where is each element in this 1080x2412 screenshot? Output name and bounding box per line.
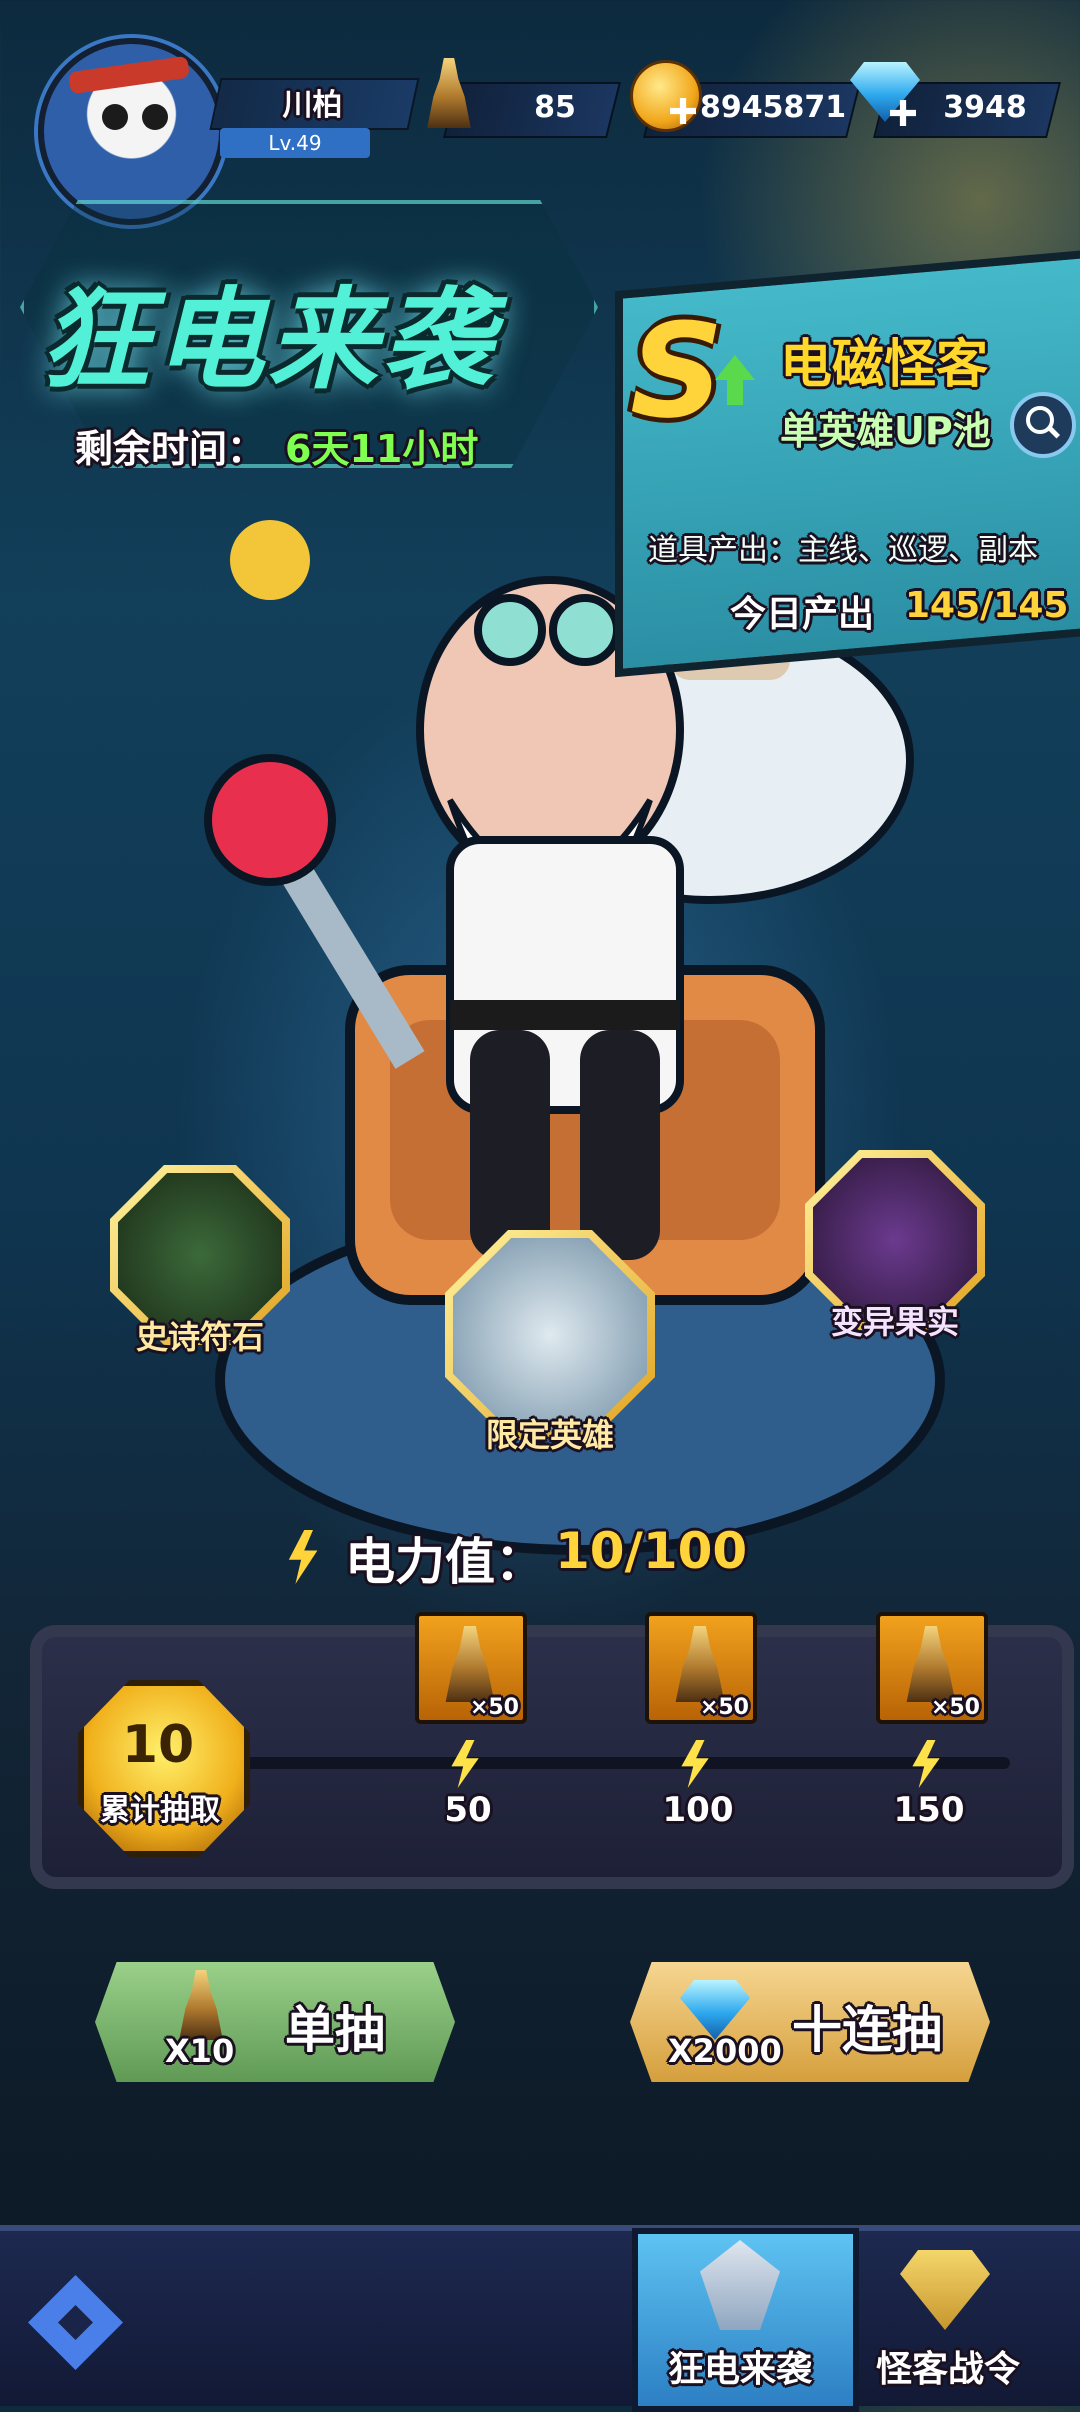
reward-mutant-fruit-label: 变异果实 — [830, 1303, 959, 1341]
avatar-eye-icon — [142, 104, 168, 130]
single-draw-button[interactable] — [95, 1962, 455, 2082]
tower-resource-count: 85 — [534, 90, 576, 125]
pool-type: 单英雄UP池 — [780, 409, 991, 453]
reward-limited-hero-frame[interactable] — [445, 1230, 655, 1440]
cumulative-count-label: 累计抽取 — [100, 1793, 220, 1828]
milestone-threshold: 50 — [444, 1790, 492, 1830]
items-output-sources: 道具产出：主线、巡逻、副本 — [648, 533, 1038, 568]
tab-battle-pass[interactable]: 怪客战令 — [828, 2340, 1068, 2392]
ten-draw-cost: X2000 — [668, 2032, 782, 2070]
player-level-badge: Lv.49 — [220, 128, 370, 158]
tower-token-icon — [445, 1626, 495, 1702]
diamond-amount: 3948 — [943, 90, 1027, 125]
today-output-value: 145/145 — [905, 585, 1069, 626]
milestone-qty: ×50 — [469, 1695, 519, 1720]
today-output-label: 今日产出 — [730, 594, 875, 635]
avatar-eye-icon — [102, 104, 128, 130]
milestone-qty: ×50 — [930, 1695, 980, 1720]
reward-epic-rune-label: 史诗符石 — [135, 1318, 264, 1356]
milestone-threshold: 150 — [893, 1790, 965, 1830]
pool-hero-name: 电磁怪客 — [780, 335, 989, 395]
single-draw-label: 单抽 — [285, 2001, 385, 2059]
headband-icon — [68, 55, 190, 95]
gold-coin-icon[interactable] — [630, 60, 702, 132]
power-value: 10/100 — [555, 1522, 748, 1580]
tower-token-icon — [906, 1626, 956, 1702]
cumulative-count-value: 10 — [121, 1715, 195, 1775]
tab-event-label: 狂电来袭 — [667, 2349, 812, 2390]
rank-badge: S — [630, 295, 724, 447]
milestone-qty: ×50 — [699, 1695, 749, 1720]
milestone-reward-3[interactable]: ×50 — [876, 1612, 988, 1724]
remaining-time-value: 6天11小时 — [285, 427, 479, 471]
single-draw-cost: X10 — [165, 2032, 235, 2070]
ten-draw-label: 十连抽 — [792, 2001, 942, 2059]
pool-details-search-button[interactable] — [1010, 392, 1076, 458]
remaining-time-label: 剩余时间： — [75, 427, 266, 471]
power-label: 电力值： — [345, 1533, 545, 1591]
gold-amount: 8945871 — [700, 90, 847, 125]
player-avatar[interactable] — [38, 38, 225, 225]
player-name: 川柏 — [282, 88, 343, 123]
limited-hero-portrait-icon — [453, 1238, 647, 1432]
milestone-threshold: 100 — [662, 1790, 734, 1830]
event-title: 狂电来袭 — [40, 276, 496, 404]
tower-token-icon — [675, 1626, 725, 1702]
milestone-reward-2[interactable]: ×50 — [645, 1612, 757, 1724]
milestone-reward-1[interactable]: ×50 — [415, 1612, 527, 1724]
reward-limited-hero-label: 限定英雄 — [485, 1416, 614, 1454]
